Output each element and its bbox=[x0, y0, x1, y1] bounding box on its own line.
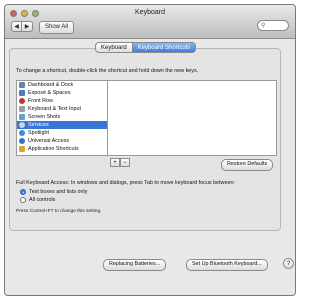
list-item-label: Dashboard & Dock bbox=[28, 82, 74, 88]
list-item[interactable]: Front Row bbox=[17, 97, 107, 105]
shortcut-hint-text: Press Control+F7 to change this setting. bbox=[16, 209, 102, 214]
dashboard-dock-icon bbox=[19, 82, 25, 88]
tab-control: Keyboard Keyboard Shortcuts bbox=[95, 42, 197, 53]
spotlight-icon bbox=[19, 130, 25, 136]
list-item-label: Screen Shots bbox=[28, 114, 61, 120]
expose-spaces-icon bbox=[19, 90, 25, 96]
list-item-selected[interactable]: Services bbox=[17, 121, 107, 129]
forward-arrow-icon: ▶ bbox=[24, 24, 30, 30]
add-shortcut-button[interactable]: + bbox=[110, 158, 120, 167]
set-up-bluetooth-keyboard-button[interactable]: Set Up Bluetooth Keyboard... bbox=[186, 259, 268, 271]
list-item-label: Application Shortcuts bbox=[28, 146, 79, 152]
application-shortcuts-icon bbox=[19, 146, 25, 152]
instructions-text: To change a shortcut, double-click the s… bbox=[16, 68, 199, 74]
list-item-label: Services bbox=[28, 122, 49, 128]
radio-text-boxes[interactable]: Text boxes and lists only bbox=[20, 189, 87, 195]
list-item-label: Keyboard & Text Input bbox=[28, 106, 81, 112]
list-item-label: Universal Access bbox=[28, 138, 70, 144]
radio-all-controls[interactable]: All controls bbox=[20, 197, 55, 203]
navigation-buttons: ◀ ▶ bbox=[11, 21, 33, 32]
radio-button[interactable] bbox=[20, 197, 26, 203]
shortcut-detail-list[interactable] bbox=[108, 80, 277, 156]
tab-keyboard[interactable]: Keyboard bbox=[95, 42, 133, 53]
front-row-icon bbox=[19, 98, 25, 104]
list-item-label: Exposé & Spaces bbox=[28, 90, 71, 96]
window-title: Keyboard bbox=[135, 9, 165, 16]
remove-shortcut-button[interactable]: − bbox=[120, 158, 130, 167]
restore-defaults-button[interactable]: Restore Defaults bbox=[221, 159, 274, 171]
help-button[interactable]: ? bbox=[283, 258, 294, 269]
category-list[interactable]: Dashboard & Dock Exposé & Spaces Front R… bbox=[16, 80, 108, 156]
list-item[interactable]: Spotlight bbox=[17, 129, 107, 137]
tab-keyboard-shortcuts[interactable]: Keyboard Shortcuts bbox=[132, 42, 197, 53]
magnifier-icon: ⚲ bbox=[261, 23, 266, 29]
replacing-batteries-button[interactable]: Replacing Batteries... bbox=[103, 259, 167, 271]
universal-access-icon bbox=[19, 138, 25, 144]
radio-label: All controls bbox=[29, 197, 56, 203]
title-bar: Keyboard ◀ ▶ Show All bbox=[5, 5, 295, 39]
list-item[interactable]: Universal Access bbox=[17, 137, 107, 145]
screen-shots-icon bbox=[19, 114, 25, 120]
keyboard-icon bbox=[19, 106, 25, 112]
list-item[interactable]: Screen Shots bbox=[17, 113, 107, 121]
list-item-label: Front Row bbox=[28, 98, 53, 104]
list-item[interactable]: Application Shortcuts bbox=[17, 145, 107, 153]
forward-button[interactable]: ▶ bbox=[22, 21, 33, 32]
search-field[interactable]: ⚲ bbox=[257, 20, 289, 31]
radio-label: Text boxes and lists only bbox=[29, 189, 88, 195]
list-item[interactable]: Keyboard & Text Input bbox=[17, 105, 107, 113]
back-arrow-icon: ◀ bbox=[14, 24, 19, 30]
radio-button-selected[interactable] bbox=[20, 189, 26, 195]
list-item[interactable]: Exposé & Spaces bbox=[17, 89, 107, 97]
list-item[interactable]: Dashboard & Dock bbox=[17, 81, 107, 89]
list-item-label: Spotlight bbox=[28, 130, 49, 136]
services-icon bbox=[19, 122, 25, 128]
full-keyboard-access-text: Full Keyboard Access: In windows and dia… bbox=[16, 180, 235, 186]
back-button[interactable]: ◀ bbox=[11, 21, 22, 32]
show-all-button[interactable]: Show All bbox=[39, 21, 75, 34]
